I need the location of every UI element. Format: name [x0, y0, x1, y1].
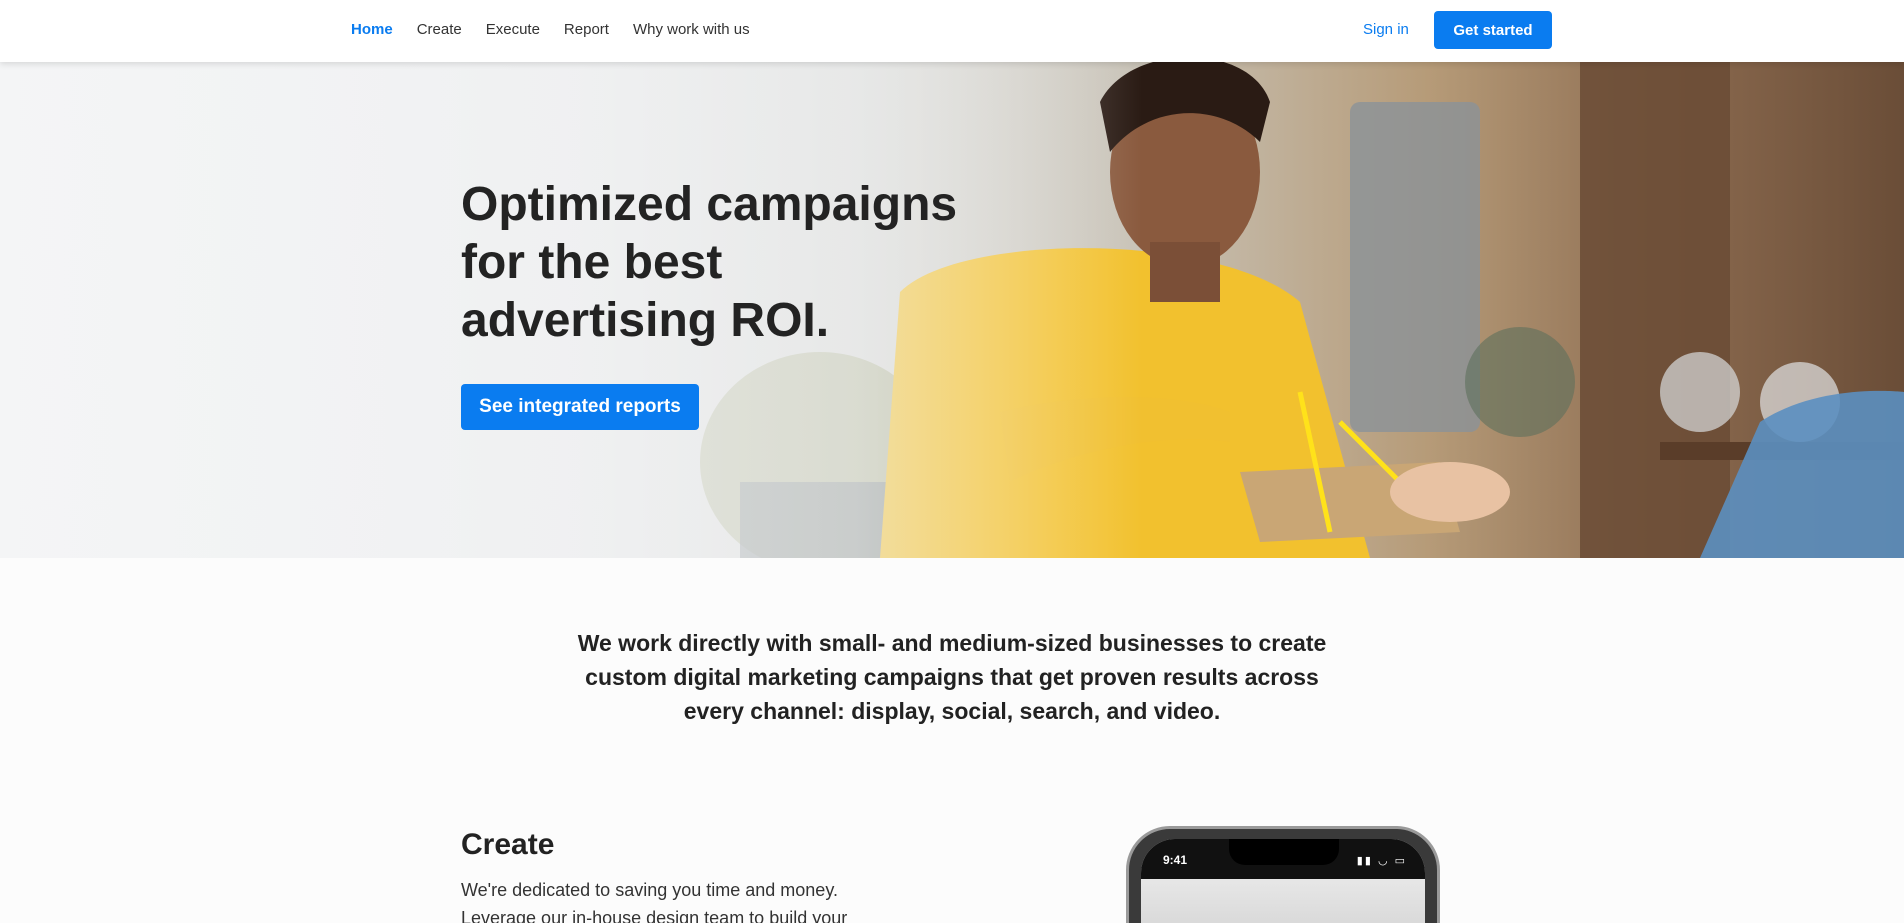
- create-description: We're dedicated to saving you time and m…: [461, 880, 848, 923]
- create-heading: Create: [461, 828, 555, 861]
- get-started-button[interactable]: Get started: [1434, 11, 1552, 49]
- signal-icon: ▮▮ ◡ ▭: [1356, 855, 1407, 867]
- phone-screen-image: [1141, 879, 1425, 923]
- phone-status-bar: 9:41 ▮▮ ◡ ▭: [1141, 839, 1425, 879]
- nav-execute-link[interactable]: Execute: [486, 21, 540, 38]
- nav-why-link[interactable]: Why work with us: [633, 21, 750, 38]
- intro-text: We work directly with small- and medium-…: [577, 630, 1327, 724]
- phone-time: 9:41: [1163, 853, 1188, 867]
- hero-section: Optimized campaigns for the best adverti…: [0, 62, 1904, 558]
- top-navigation: Home Create Execute Report Why work with…: [0, 0, 1904, 62]
- phone-notch: [1229, 839, 1339, 865]
- sign-in-link[interactable]: Sign in: [1363, 21, 1409, 38]
- nav-report-link[interactable]: Report: [564, 21, 609, 38]
- nav-create-link[interactable]: Create: [417, 21, 462, 38]
- nav-links: Home Create Execute Report Why work with…: [351, 21, 774, 38]
- phone-mockup: 9:41 ▮▮ ◡ ▭: [1126, 826, 1440, 923]
- hero-title: Optimized campaigns for the best adverti…: [461, 178, 958, 347]
- see-reports-button[interactable]: See integrated reports: [461, 384, 699, 430]
- nav-home-link[interactable]: Home: [351, 21, 393, 38]
- phone-screen: 9:41 ▮▮ ◡ ▭: [1141, 839, 1425, 923]
